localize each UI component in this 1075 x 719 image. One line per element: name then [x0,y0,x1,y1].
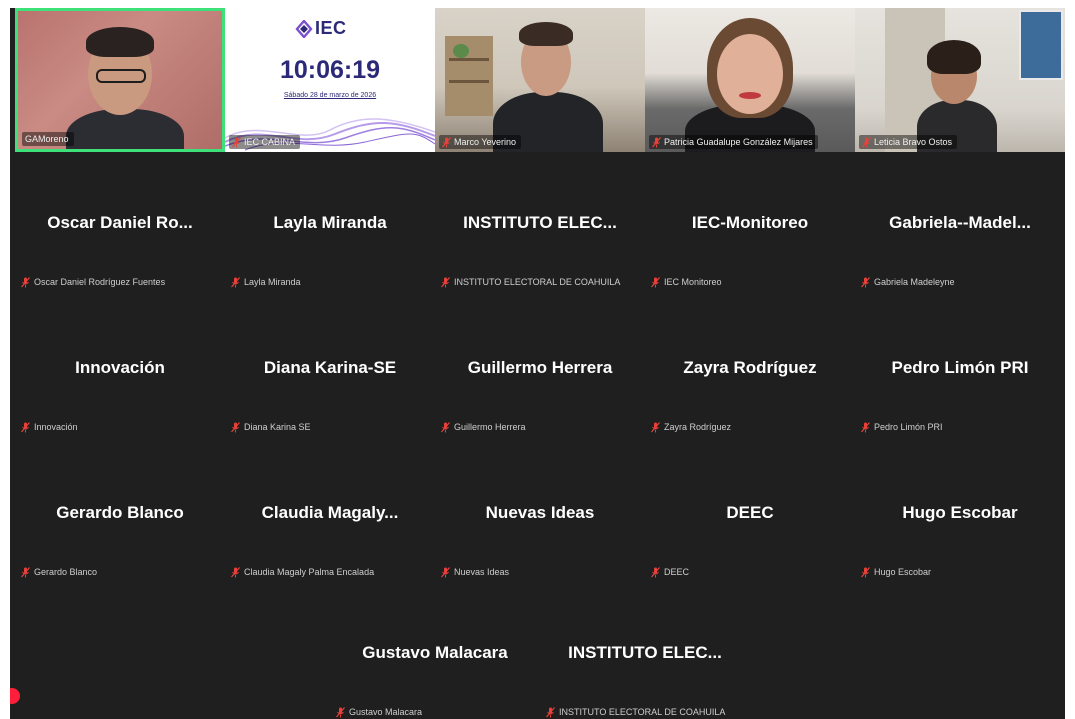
microphone-off-icon [861,421,870,432]
participant-name-label: Innovación [21,420,78,434]
microphone-off-icon [651,421,660,432]
participant-display-name: Guillermo Herrera [467,358,613,377]
participant-video [435,8,645,152]
participant-name-label: Gabriela Madeleyne [861,275,955,289]
participant-display-name: Layla Miranda [273,213,387,232]
microphone-off-icon [336,706,345,717]
video-tile-marco-yeverino[interactable]: Marco Yeverino [435,8,645,152]
microphone-off-icon [861,276,870,287]
participant-display-name: Hugo Escobar [902,503,1018,522]
participant-name-label: Nuevas Ideas [441,565,509,579]
video-strip: GAMoreno IEC 10:06:19 Sábado 28 de marzo… [15,8,1065,153]
participant-tile[interactable]: INSTITUTO ELEC... INSTITUTO ELECTORAL DE … [435,213,645,313]
participant-tile[interactable]: Guillermo Herrera Guillermo Herrera [435,358,645,458]
participant-tile[interactable]: Pedro Limón PRI Pedro Limón PRI [855,358,1065,458]
participant-tile[interactable]: Gabriela--Madel... Gabriela Madeleyne [855,213,1065,313]
participant-name-label: Claudia Magaly Palma Encalada [231,565,374,579]
participant-tile[interactable]: Oscar Daniel Ro... Oscar Daniel Rodríguez… [15,213,225,313]
participant-display-name: Claudia Magaly... [261,503,399,522]
participant-tile[interactable]: DEEC DEEC [645,503,855,603]
participant-name-label: INSTITUTO ELECTORAL DE COAHUILA [441,275,620,289]
iec-logo-text: IEC [315,18,347,38]
video-tile-iec-cabina[interactable]: IEC 10:06:19 Sábado 28 de marzo de 2026 … [225,8,435,152]
microphone-off-icon [21,566,30,577]
clock-time: 10:06:19 [279,56,381,84]
participant-display-name: DEEC [726,503,774,522]
participant-name-label: Zayra Rodríguez [651,420,731,434]
participant-display-name: Zayra Rodríguez [683,358,817,377]
participant-tile[interactable]: Nuevas Ideas Nuevas Ideas [435,503,645,603]
participant-display-name: INSTITUTO ELEC... [463,213,617,232]
microphone-off-icon [862,136,871,147]
participant-tile[interactable]: Zayra Rodríguez Zayra Rodríguez [645,358,855,458]
participant-display-name: Diana Karina-SE [263,358,397,377]
participant-display-name: Pedro Limón PRI [891,358,1029,377]
participant-video [18,11,222,149]
participant-display-name: Gerardo Blanco [56,503,184,522]
participant-tile[interactable]: Claudia Magaly... Claudia Magaly Palma En… [225,503,435,603]
microphone-off-icon [21,276,30,287]
participant-display-name: Gabriela--Madel... [889,213,1031,232]
microphone-off-icon [441,421,450,432]
microphone-off-icon [231,421,240,432]
iec-logo: IEC [295,18,347,39]
microphone-off-icon [232,136,241,147]
recording-dot-icon [10,688,20,704]
microphone-off-icon [651,276,660,287]
participant-name-label: Gustavo Malacara [336,705,422,719]
participant-tile[interactable]: INSTITUTO ELEC... INSTITUTO ELECTORAL DE … [540,643,750,719]
microphone-off-icon [651,566,660,577]
participant-tile[interactable]: Innovación Innovación [15,358,225,458]
microphone-off-icon [21,421,30,432]
microphone-off-icon [231,566,240,577]
participant-display-name: IEC-Monitoreo [691,213,809,232]
video-tile-gamoreno[interactable]: GAMoreno [15,8,225,152]
participant-name-label: Gerardo Blanco [21,565,97,579]
video-tile-patricia[interactable]: Patricia Guadalupe González Mijares [645,8,855,152]
participant-display-name: Innovación [75,358,165,377]
participant-name-label: Hugo Escobar [861,565,931,579]
participant-tile[interactable]: Layla Miranda Layla Miranda [225,213,435,313]
participant-name-label: Guillermo Herrera [441,420,526,434]
participant-tile[interactable]: Gerardo Blanco Gerardo Blanco [15,503,225,603]
participant-name-label: INSTITUTO ELECTORAL DE COAHUILA [546,705,725,719]
video-tile-name: IEC CABINA [229,135,301,149]
participant-video [855,8,1065,152]
microphone-off-icon [441,276,450,287]
microphone-off-icon [442,136,451,147]
participant-name-label: DEEC [651,565,689,579]
video-tile-name: Leticia Bravo Ostos [859,135,958,149]
video-tile-name: GAMoreno [22,132,74,146]
participant-video [645,8,855,152]
participant-tile[interactable]: Gustavo Malacara Gustavo Malacara [330,643,540,719]
microphone-off-icon [652,136,661,147]
microphone-off-icon [546,706,555,717]
participant-tile[interactable]: IEC-Monitoreo IEC Monitoreo [645,213,855,313]
clock-date: Sábado 28 de marzo de 2026 [283,92,377,99]
video-tile-name: Patricia Guadalupe González Mijares [649,135,818,149]
video-tile-leticia[interactable]: Leticia Bravo Ostos [855,8,1065,152]
microphone-off-icon [861,566,870,577]
participant-tile[interactable]: Hugo Escobar Hugo Escobar [855,503,1065,603]
meeting-window: GAMoreno IEC 10:06:19 Sábado 28 de marzo… [10,8,1065,719]
participant-name-label: Layla Miranda [231,275,301,289]
participant-display-name: Oscar Daniel Ro... [47,213,193,232]
participant-name-label: Oscar Daniel Rodríguez Fuentes [21,275,165,289]
iec-logo-icon [295,19,313,38]
microphone-off-icon [231,276,240,287]
microphone-off-icon [441,566,450,577]
participant-display-name: Gustavo Malacara [362,643,508,662]
participant-display-name: INSTITUTO ELEC... [568,643,722,662]
participant-name-label: Diana Karina SE [231,420,311,434]
participant-name-label: IEC Monitoreo [651,275,722,289]
video-tile-name: Marco Yeverino [439,135,522,149]
participant-name-label: Pedro Limón PRI [861,420,943,434]
participant-display-name: Nuevas Ideas [485,503,595,522]
participant-tile[interactable]: Diana Karina-SE Diana Karina SE [225,358,435,458]
